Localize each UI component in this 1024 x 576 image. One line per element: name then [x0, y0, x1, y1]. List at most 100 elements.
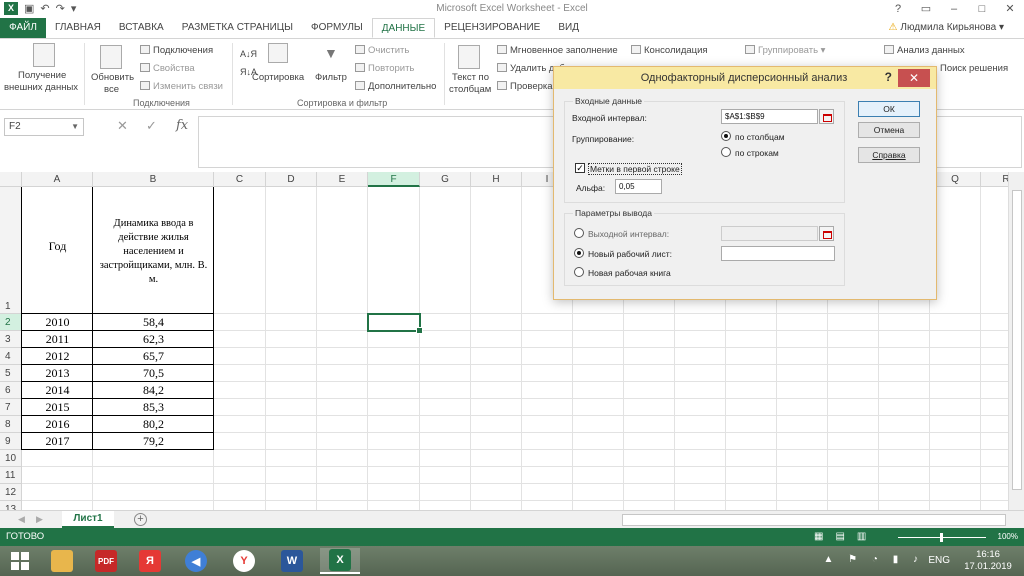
- properties-button[interactable]: Свойства: [140, 63, 195, 74]
- cell-header-value[interactable]: Динамика ввода в действие жилья населени…: [97, 217, 210, 297]
- clear-button[interactable]: Очистить: [355, 45, 409, 56]
- group-button[interactable]: Группировать ▾: [745, 45, 825, 56]
- tab-data[interactable]: ДАННЫЕ: [371, 18, 436, 38]
- output-range-radio[interactable]: [574, 228, 584, 238]
- start-button[interactable]: [0, 548, 40, 574]
- cell-value[interactable]: 58,4: [93, 315, 214, 331]
- output-range-field[interactable]: [721, 226, 818, 241]
- page-layout-view-icon[interactable]: ▤: [835, 531, 844, 542]
- horizontal-scrollbar[interactable]: [622, 514, 1006, 526]
- column-header[interactable]: B: [93, 172, 214, 187]
- cell-value[interactable]: 70,5: [93, 366, 214, 382]
- ribbon-display-icon[interactable]: ▭: [912, 0, 940, 18]
- minimize-icon[interactable]: –: [940, 0, 968, 18]
- ok-button[interactable]: ОК: [858, 101, 920, 117]
- language-indicator[interactable]: ENG: [928, 555, 950, 566]
- add-sheet-icon[interactable]: +: [134, 513, 147, 526]
- cell-year[interactable]: 2013: [22, 366, 93, 382]
- row-header[interactable]: 12: [0, 484, 22, 501]
- tab-home[interactable]: ГЛАВНАЯ: [46, 18, 110, 38]
- tab-insert[interactable]: ВСТАВКА: [110, 18, 173, 38]
- cell-value[interactable]: 80,2: [93, 417, 214, 433]
- reapply-button[interactable]: Повторить: [355, 63, 414, 74]
- cell-year[interactable]: 2012: [22, 349, 93, 365]
- row-header[interactable]: 4: [0, 348, 22, 365]
- zoom-level[interactable]: 100%: [998, 532, 1018, 541]
- refresh-all-label-1[interactable]: Обновить: [91, 72, 134, 83]
- row-header[interactable]: 9: [0, 433, 22, 450]
- cell-header-year[interactable]: Год: [22, 239, 93, 259]
- tab-page-layout[interactable]: РАЗМЕТКА СТРАНИЦЫ: [173, 18, 302, 38]
- sort-az-icon[interactable]: А↓Я: [240, 49, 257, 59]
- edit-links-button[interactable]: Изменить связи: [140, 81, 223, 92]
- sheet-tab-1[interactable]: Лист1: [62, 511, 114, 528]
- row-header[interactable]: 11: [0, 467, 22, 484]
- flash-fill-button[interactable]: Мгновенное заполнение: [497, 45, 618, 56]
- page-break-view-icon[interactable]: ▥: [857, 531, 866, 542]
- column-header[interactable]: D: [266, 172, 317, 187]
- input-range-field[interactable]: $A$1:$B$9: [721, 109, 818, 124]
- row-header[interactable]: 2: [0, 314, 22, 331]
- tab-formulas[interactable]: ФОРМУЛЫ: [302, 18, 372, 38]
- cell-value[interactable]: 84,2: [93, 383, 214, 399]
- data-analysis-button[interactable]: Анализ данных: [884, 45, 965, 56]
- cancel-button[interactable]: Отмена: [858, 122, 920, 138]
- help-icon[interactable]: ?: [884, 0, 912, 18]
- dialog-title-bar[interactable]: Однофакторный дисперсионный анализ ? ✕: [554, 67, 936, 89]
- cell-year[interactable]: 2016: [22, 417, 93, 433]
- zoom-slider-knob[interactable]: [940, 533, 943, 542]
- taskbar-media[interactable]: ◀: [176, 548, 216, 574]
- column-header[interactable]: Q: [930, 172, 981, 187]
- cell-value[interactable]: 85,3: [93, 400, 214, 416]
- tab-review[interactable]: РЕЦЕНЗИРОВАНИЕ: [435, 18, 549, 38]
- cell-year[interactable]: 2010: [22, 315, 93, 331]
- refresh-all-icon[interactable]: [100, 45, 122, 69]
- advanced-button[interactable]: Дополнительно: [355, 81, 436, 92]
- row-header[interactable]: 1: [0, 187, 22, 314]
- row-header[interactable]: 13: [0, 501, 22, 510]
- row-header[interactable]: 3: [0, 331, 22, 348]
- alpha-field[interactable]: 0,05: [615, 179, 662, 194]
- row-header[interactable]: 6: [0, 382, 22, 399]
- zoom-slider[interactable]: [898, 533, 986, 542]
- tab-view[interactable]: ВИД: [549, 18, 588, 38]
- confirm-entry-icon[interactable]: ✓: [146, 118, 157, 134]
- column-header[interactable]: F: [368, 172, 420, 187]
- cell-year[interactable]: 2015: [22, 400, 93, 416]
- by-rows-radio[interactable]: [721, 147, 731, 157]
- input-range-collapse-icon[interactable]: [819, 109, 834, 124]
- labels-first-row-checkbox[interactable]: ✓: [575, 163, 585, 173]
- cell-year[interactable]: 2011: [22, 332, 93, 348]
- get-external-data-label-2[interactable]: внешних данных: [4, 82, 78, 93]
- next-sheet-icon[interactable]: ▶: [36, 514, 43, 525]
- new-workbook-radio[interactable]: [574, 267, 584, 277]
- taskbar-yandex-browser[interactable]: Y: [224, 548, 264, 574]
- cancel-entry-icon[interactable]: ✕: [117, 118, 128, 134]
- cell-value[interactable]: 62,3: [93, 332, 214, 348]
- insert-function-icon[interactable]: fx: [176, 118, 188, 133]
- text-to-columns-label-1[interactable]: Текст по: [452, 72, 489, 83]
- output-range-collapse-icon[interactable]: [819, 226, 834, 241]
- column-header[interactable]: G: [420, 172, 471, 187]
- vertical-scrollbar[interactable]: [1008, 172, 1024, 510]
- column-header[interactable]: H: [471, 172, 522, 187]
- clock[interactable]: 16:16 17.01.2019: [960, 549, 1016, 573]
- active-cell-selection[interactable]: [367, 313, 423, 334]
- sort-button[interactable]: Сортировка: [252, 72, 304, 83]
- user-account[interactable]: ⚠ Людмила Кирьянова ▾: [888, 22, 1004, 33]
- data-validation-button[interactable]: Проверка: [497, 81, 553, 92]
- maximize-icon[interactable]: □: [968, 0, 996, 18]
- column-header[interactable]: C: [214, 172, 266, 187]
- sort-icon[interactable]: [268, 43, 288, 63]
- new-worksheet-field[interactable]: [721, 246, 835, 261]
- cell-value[interactable]: 79,2: [93, 434, 214, 450]
- by-columns-label[interactable]: по столбцам: [735, 132, 785, 142]
- close-icon[interactable]: ✕: [996, 0, 1024, 18]
- output-range-label[interactable]: Выходной интервал:: [588, 229, 669, 239]
- cell-value[interactable]: 65,7: [93, 349, 214, 365]
- new-workbook-label[interactable]: Новая рабочая книга: [588, 268, 671, 278]
- get-external-data-icon[interactable]: [33, 43, 55, 67]
- row-header[interactable]: 7: [0, 399, 22, 416]
- vertical-scroll-thumb[interactable]: [1012, 190, 1022, 490]
- new-worksheet-radio[interactable]: [574, 248, 584, 258]
